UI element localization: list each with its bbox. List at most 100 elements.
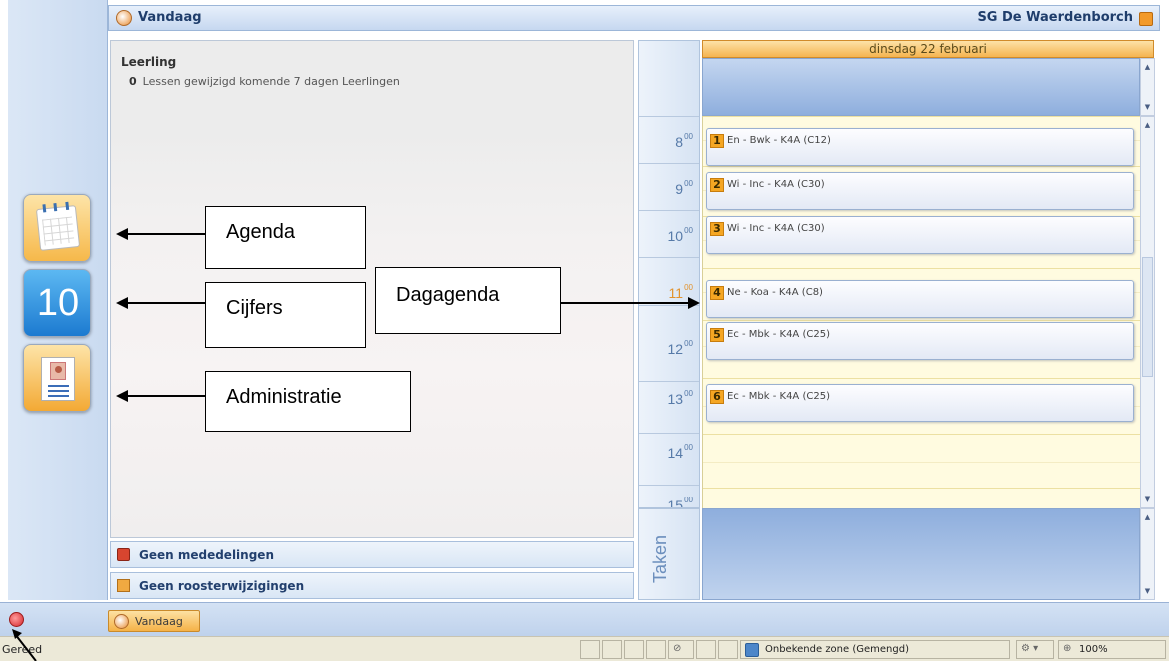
lesson-hour-badge: 2: [710, 178, 724, 192]
rooster-changes-label: Geen roosterwijzigingen: [139, 579, 305, 593]
time-separator: [639, 485, 699, 486]
zoom-icon: ⊕: [1063, 643, 1072, 654]
cijfers-callout: Cijfers: [205, 282, 366, 348]
message-icon: [117, 548, 130, 561]
status-cell: [624, 640, 644, 659]
schedule-icon: [117, 579, 130, 592]
scroll-down-icon[interactable]: ▼: [1141, 585, 1154, 598]
messages-label: Geen mededelingen: [139, 548, 274, 562]
school-name: SG De Waerdenborch: [977, 10, 1133, 25]
school-logo-icon[interactable]: [1139, 12, 1153, 26]
appointment-text: Wi - Inc - K4A (C30): [727, 223, 825, 234]
status-cell: [580, 640, 600, 659]
zoom-level: 100%: [1079, 644, 1108, 655]
time-separator: [639, 433, 699, 434]
scroll-thumb[interactable]: [1142, 257, 1153, 377]
protected-mode-icon: ⚙ ▾: [1021, 643, 1039, 654]
appointment-lesson-5[interactable]: 5 Ec - Mbk - K4A (C25): [706, 322, 1134, 360]
status-cell: [696, 640, 716, 659]
rooster-changes-row[interactable]: Geen roosterwijzigingen: [110, 572, 634, 599]
messages-row[interactable]: Geen mededelingen: [110, 541, 634, 568]
appointment-text: Wi - Inc - K4A (C30): [727, 179, 825, 190]
cijfers-nav-button[interactable]: 10: [23, 269, 91, 337]
tab-vandaag[interactable]: Vandaag: [108, 610, 200, 632]
appointment-lesson-4[interactable]: 4 Ne - Koa - K4A (C8): [706, 280, 1134, 318]
zone-icon: [745, 643, 759, 657]
agenda-arrow-line: [126, 233, 206, 235]
dagagenda-arrow-line: [561, 302, 691, 304]
all-day-scrollbar[interactable]: ▲ ▼: [1140, 58, 1155, 116]
time-label: 1000: [667, 226, 693, 244]
administratie-arrow-line: [126, 395, 206, 397]
appointment-text: Ec - Mbk - K4A (C25): [727, 329, 830, 340]
agenda-callout: Agenda: [205, 206, 366, 269]
scroll-up-icon[interactable]: ▲: [1141, 61, 1154, 74]
info-heading: Leerling: [121, 55, 177, 69]
time-label: 1500: [667, 497, 693, 507]
lesson-changes-text: Lessen gewijzigd komende 7 dagen Leerlin…: [142, 75, 400, 88]
lesson-hour-badge: 3: [710, 222, 724, 236]
appointment-text: En - Bwk - K4A (C12): [727, 135, 831, 146]
calendar-icon: [35, 201, 81, 251]
pointer-arrow: [12, 629, 37, 661]
cijfers-arrow-line: [126, 302, 206, 304]
time-label: 1400: [667, 443, 693, 461]
agenda-nav-button[interactable]: [23, 194, 91, 262]
time-label: 1200: [667, 339, 693, 357]
agenda-scrollbar[interactable]: ▲ ▼: [1140, 116, 1155, 508]
day-agenda-grid: 1 En - Bwk - K4A (C12) 2 Wi - Inc - K4A …: [702, 116, 1140, 508]
time-label: 900: [675, 179, 693, 197]
dagagenda-callout: Dagagenda: [375, 267, 561, 334]
day-date-header: dinsdag 22 februari: [702, 40, 1154, 58]
administratie-nav-button[interactable]: [23, 344, 91, 412]
time-label: 1300: [667, 389, 693, 407]
appointment-lesson-1[interactable]: 1 En - Bwk - K4A (C12): [706, 128, 1134, 166]
vandaag-icon: [114, 614, 129, 629]
time-label: 800: [675, 132, 693, 150]
browser-status-bar: Gereed ⊘ Onbekende zone (Gemengd) ⚙ ▾ ⊕ …: [0, 636, 1169, 661]
status-cell: ⊘: [668, 640, 694, 659]
lesson-hour-badge: 1: [710, 134, 724, 148]
tasks-scrollbar[interactable]: ▲ ▼: [1140, 508, 1155, 600]
time-separator: [639, 116, 699, 117]
time-separator: [639, 257, 699, 258]
scroll-up-icon[interactable]: ▲: [1141, 119, 1154, 132]
page-title: Vandaag: [138, 10, 202, 25]
time-separator: [639, 210, 699, 211]
scroll-down-icon[interactable]: ▼: [1141, 101, 1154, 114]
lesson-hour-badge: 4: [710, 286, 724, 300]
status-cell: [646, 640, 666, 659]
zoom-cell[interactable]: ⊕ 100%: [1058, 640, 1166, 659]
taken-label: Taken: [650, 534, 670, 583]
left-nav: 10: [8, 0, 108, 600]
time-separator: [639, 381, 699, 382]
administratie-callout: Administratie: [205, 371, 411, 432]
security-zone-text: Onbekende zone (Gemengd): [765, 644, 909, 655]
page-header: Vandaag SG De Waerdenborch: [108, 5, 1160, 31]
taken-column: Taken: [638, 508, 700, 600]
tab-vandaag-label: Vandaag: [135, 615, 183, 628]
bottom-tab-bar: Vandaag: [0, 602, 1169, 636]
time-column: 800 900 1000 1100 1200 1300 1400 1500: [638, 40, 700, 508]
scroll-down-icon[interactable]: ▼: [1141, 493, 1154, 506]
appointment-lesson-3[interactable]: 3 Wi - Inc - K4A (C30): [706, 216, 1134, 254]
id-card-icon: [41, 357, 75, 401]
protected-mode-cell[interactable]: ⚙ ▾: [1016, 640, 1054, 659]
security-zone-cell: Onbekende zone (Gemengd): [740, 640, 1010, 659]
privacy-icon: ⊘: [673, 643, 682, 654]
scroll-up-icon[interactable]: ▲: [1141, 511, 1154, 524]
appointment-text: Ec - Mbk - K4A (C25): [727, 391, 830, 402]
appointment-lesson-2[interactable]: 2 Wi - Inc - K4A (C30): [706, 172, 1134, 210]
lesson-changes-count: 0: [129, 75, 137, 88]
time-separator: [639, 163, 699, 164]
appointment-lesson-6[interactable]: 6 Ec - Mbk - K4A (C25): [706, 384, 1134, 422]
all-day-area: [702, 58, 1140, 116]
status-cell: [602, 640, 622, 659]
lesson-hour-badge: 6: [710, 390, 724, 404]
close-circle-icon[interactable]: [9, 612, 24, 627]
vandaag-icon: [116, 10, 132, 26]
tasks-area: [702, 508, 1140, 600]
appointment-text: Ne - Koa - K4A (C8): [727, 287, 823, 298]
dagagenda-arrow-head: [688, 297, 700, 309]
lesson-changes-line: 0 Lessen gewijzigd komende 7 dagen Leerli…: [129, 75, 400, 88]
